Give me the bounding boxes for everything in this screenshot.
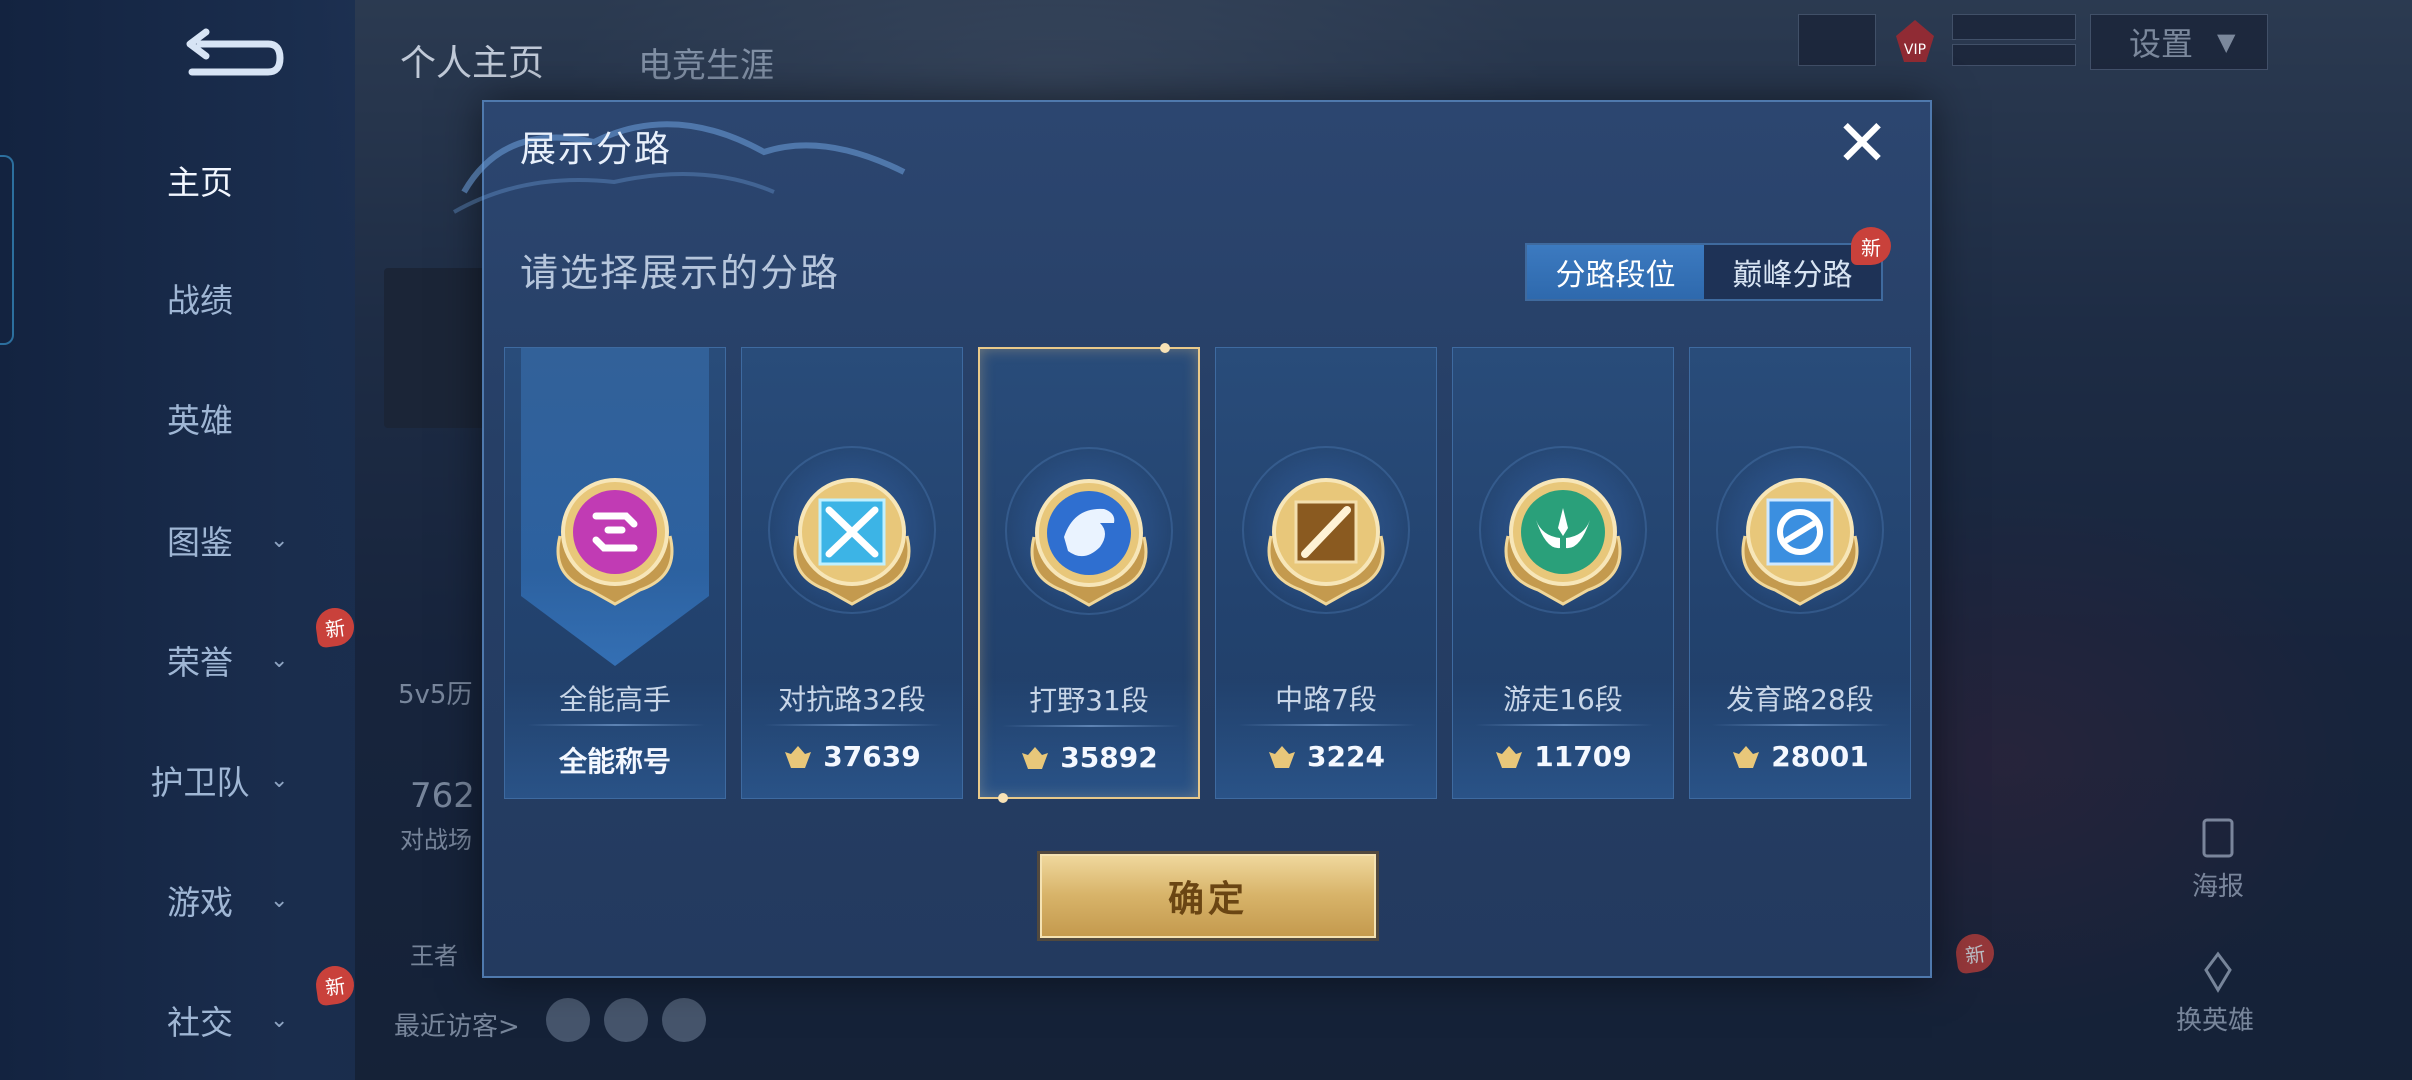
new-badge: 新 [1851, 227, 1891, 265]
card-divider [1712, 724, 1890, 726]
tab-label: 分路段位 [1555, 258, 1676, 293]
status-tag [1952, 44, 2076, 66]
select-lane-prompt: 请选择展示的分路 [520, 251, 841, 295]
lane-card-roam[interactable]: 游走16段 11709 [1452, 347, 1674, 799]
card-divider [764, 724, 942, 726]
score-value: 3224 [1307, 740, 1385, 773]
mode-text: 5v5历 [398, 680, 473, 710]
all-round-emblem-icon [556, 478, 674, 606]
lane-card-name: 全能高手 [558, 683, 671, 716]
settings-label: 设置 [2129, 25, 2194, 63]
score-crest-icon [1022, 746, 1049, 769]
selection-corner-dot [1160, 343, 1170, 353]
lane-card-all-round[interactable]: 全能高手 全能称号 [504, 347, 726, 799]
lane-mode-toggle: 分路段位 巅峰分路 新 [1525, 227, 1891, 301]
lane-card-list: 全能高手 全能称号 对抗路32段 37639 打野31段 35892 中路7段 … [504, 343, 1912, 803]
tab-profile[interactable]: 个人主页 [400, 34, 544, 86]
score-crest-icon [785, 745, 812, 768]
farm-lane-emblem-icon [1741, 478, 1859, 606]
lane-card-score: 35892 [980, 741, 1198, 774]
tab-lane-rank[interactable]: 分路段位 [1527, 245, 1704, 299]
jungle-dragon-emblem-icon [1030, 479, 1148, 607]
lane-card-score: 11709 [1453, 740, 1673, 773]
score-crest-icon [1496, 745, 1523, 768]
lane-card-name: 打野31段 [1029, 684, 1149, 717]
card-divider [1238, 724, 1416, 726]
mid-lane-emblem-icon [1267, 478, 1385, 606]
lane-card-name: 游走16段 [1503, 683, 1623, 716]
card-divider [527, 724, 705, 726]
settings-button[interactable]: 设置 ▼ [2090, 14, 2268, 70]
lane-card-score: 28001 [1690, 740, 1910, 773]
score-value: 11709 [1534, 740, 1632, 773]
lane-card-score: 全能称号 [505, 740, 725, 780]
roam-wings-emblem-icon [1504, 478, 1622, 606]
score-value: 35892 [1060, 741, 1158, 774]
visitor-avatar[interactable] [604, 998, 648, 1042]
switch-hero-label[interactable]: 换英雄 [2176, 1000, 2254, 1037]
recent-visitors-link[interactable]: 最近访客> [394, 1006, 520, 1043]
header-cloud-ornament [453, 121, 906, 214]
lane-card-farm[interactable]: 发育路28段 28001 [1689, 347, 1911, 799]
poster-label[interactable]: 海报 [2192, 866, 2244, 903]
lane-card-name: 中路7段 [1275, 683, 1377, 716]
card-divider [1002, 725, 1180, 727]
score-value: 37639 [823, 740, 921, 773]
lane-card-score: 37639 [742, 740, 962, 773]
dialog-title: 展示分路 [520, 129, 673, 170]
switch-hero-icon[interactable] [2196, 950, 2240, 994]
avatar[interactable] [384, 268, 496, 428]
lane-card-jungle[interactable]: 打野31段 35892 [978, 343, 1200, 803]
count-text: 762 [410, 776, 475, 816]
battle-text: 对战场 [400, 826, 472, 854]
visitor-avatar[interactable] [662, 998, 706, 1042]
vip-icon: VIP [1896, 20, 1934, 62]
close-icon[interactable]: ✕ [1832, 112, 1892, 176]
score-value: 28001 [1771, 740, 1869, 773]
score-crest-icon [1733, 745, 1760, 768]
chevron-down-icon: ▼ [2217, 28, 2236, 56]
lane-card-mid[interactable]: 中路7段 3224 [1215, 347, 1437, 799]
tab-label: 巅峰分路 [1732, 258, 1853, 293]
poster-icon[interactable] [2196, 816, 2240, 860]
new-badge: 新 [1953, 931, 1997, 975]
confirm-button[interactable]: 确定 [1040, 854, 1376, 938]
lane-card-clash[interactable]: 对抗路32段 37639 [741, 347, 963, 799]
card-divider [1475, 724, 1653, 726]
lane-card-name: 发育路28段 [1726, 683, 1874, 716]
tab-peak-lane[interactable]: 巅峰分路 新 [1704, 227, 1891, 299]
avatar-frame-icon[interactable] [1798, 14, 1876, 66]
tab-esports[interactable]: 电竞生涯 [638, 38, 774, 87]
king-text: 王者 [410, 942, 458, 970]
visitor-avatar[interactable] [546, 998, 590, 1042]
status-tag [1952, 14, 2076, 40]
vip-label: VIP [1904, 42, 1926, 58]
lane-card-score: 3224 [1216, 740, 1436, 773]
title-text: 全能称号 [558, 745, 671, 778]
score-crest-icon [1269, 745, 1296, 768]
lane-display-dialog: 展示分路 ✕ 请选择展示的分路 分路段位 巅峰分路 新 全能高手 全能称号 对抗… [453, 100, 1932, 978]
lane-card-name: 对抗路32段 [778, 683, 926, 716]
clash-lane-emblem-icon [793, 478, 911, 606]
selection-corner-dot [998, 793, 1008, 803]
